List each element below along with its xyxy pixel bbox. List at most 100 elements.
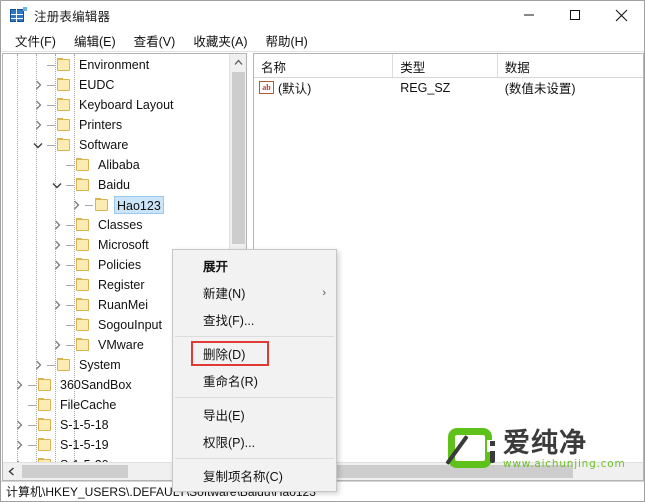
tree-connector xyxy=(46,355,56,375)
chevron-right-icon[interactable] xyxy=(30,75,46,95)
tree-item-label: System xyxy=(79,358,121,372)
tree-item-label: S-1-5-18 xyxy=(60,418,109,432)
tree-connector xyxy=(65,235,75,255)
context-menu-item-label: 权限(P)... xyxy=(203,436,256,450)
column-header-name[interactable]: 名称 xyxy=(254,54,394,77)
context-menu-item[interactable]: 删除(D) xyxy=(173,340,336,367)
tree-hscroll-thumb[interactable] xyxy=(22,465,128,478)
tree-item[interactable]: Printers xyxy=(3,115,229,135)
folder-icon xyxy=(75,278,91,292)
tree-item-label: S-1-5-19 xyxy=(60,438,109,452)
chevron-right-icon[interactable] xyxy=(49,335,65,355)
chevron-right-icon[interactable] xyxy=(30,95,46,115)
folder-icon xyxy=(75,178,91,192)
tree-item-label: Policies xyxy=(98,258,142,272)
tree-item-label: SogouInput xyxy=(98,318,162,332)
tree-item[interactable]: EUDC xyxy=(3,75,229,95)
chevron-down-icon[interactable] xyxy=(30,135,46,155)
chevron-right-icon[interactable] xyxy=(11,415,27,435)
folder-icon xyxy=(56,58,72,72)
context-menu-item[interactable]: 新建(N) › xyxy=(173,279,336,306)
context-menu-item[interactable]: 权限(P)... xyxy=(173,428,336,455)
chevron-right-icon[interactable] xyxy=(30,355,46,375)
menu-favorites[interactable]: 收藏夹(A) xyxy=(186,29,255,52)
context-menu-item-label: 复制项名称(C) xyxy=(203,470,283,484)
folder-icon xyxy=(75,338,91,352)
tree-connector xyxy=(46,95,56,115)
context-menu-item-label: 新建(N) xyxy=(203,287,246,301)
tree-connector xyxy=(65,315,75,335)
tree-item[interactable]: Environment xyxy=(3,55,229,75)
tree-item-label: VMware xyxy=(98,338,144,352)
folder-icon xyxy=(37,418,53,432)
chevron-right-icon[interactable] xyxy=(11,455,27,462)
folder-icon xyxy=(37,398,53,412)
tree-item[interactable]: Baidu xyxy=(3,175,229,195)
value-data: (数值未设置) xyxy=(504,82,576,96)
context-menu-separator xyxy=(175,336,334,337)
context-menu-item-label: 查找(F)... xyxy=(203,314,255,328)
value-row[interactable]: ab (默认) REG_SZ (数值未设置) xyxy=(254,77,643,98)
tree-connector xyxy=(46,75,56,95)
chevron-right-icon[interactable] xyxy=(68,195,84,215)
tree-connector xyxy=(27,395,37,415)
close-button[interactable] xyxy=(598,1,644,29)
column-header-type[interactable]: 类型 xyxy=(393,54,498,77)
context-menu: 展开新建(N) › 查找(F)... 删除(D) 重命名(R) 导出(E) 权限(P)...… xyxy=(172,249,337,492)
context-menu-item[interactable]: 导出(E) xyxy=(173,401,336,428)
tree-item-label: EUDC xyxy=(79,78,115,92)
maximize-button[interactable] xyxy=(552,1,598,29)
folder-icon xyxy=(75,298,91,312)
tree-item[interactable]: Software xyxy=(3,135,229,155)
context-menu-item[interactable]: 查找(F)... xyxy=(173,306,336,333)
context-menu-item[interactable]: 重命名(R) xyxy=(173,367,336,394)
chevron-right-icon[interactable] xyxy=(11,435,27,455)
chevron-down-icon[interactable] xyxy=(49,175,65,195)
tree-item-selected[interactable]: Hao123 xyxy=(3,195,229,215)
tree-connector xyxy=(46,115,56,135)
chevron-right-icon[interactable] xyxy=(49,235,65,255)
chevron-right-icon[interactable] xyxy=(49,255,65,275)
tree-scroll-up-button[interactable] xyxy=(230,54,246,71)
tree-vscroll-thumb[interactable] xyxy=(232,72,245,244)
tree-connector xyxy=(65,295,75,315)
value-type: REG_SZ xyxy=(400,80,451,95)
column-header-data[interactable]: 数据 xyxy=(498,54,643,77)
tree-connector xyxy=(65,255,75,275)
submenu-arrow-icon: › xyxy=(322,286,326,299)
menu-file[interactable]: 文件(F) xyxy=(8,29,64,52)
window-controls xyxy=(506,1,644,29)
tree-item-label: 360SandBox xyxy=(60,378,132,392)
tree-connector xyxy=(27,415,37,435)
tree-item-label: Microsoft xyxy=(98,238,149,252)
menu-help[interactable]: 帮助(H) xyxy=(258,29,315,52)
folder-icon xyxy=(75,258,91,272)
tree-scroll-left-button[interactable] xyxy=(3,463,20,480)
folder-icon xyxy=(94,198,110,212)
tree-connector xyxy=(46,135,56,155)
tree-item-label: Keyboard Layout xyxy=(79,98,174,112)
context-menu-item[interactable]: 展开 xyxy=(173,252,336,279)
chevron-right-icon[interactable] xyxy=(30,115,46,135)
value-name-cell: ab (默认) xyxy=(254,78,393,97)
context-menu-item[interactable]: 复制项名称(C) xyxy=(173,462,336,489)
menu-edit[interactable]: 编辑(E) xyxy=(67,29,124,52)
tree-item[interactable]: Classes xyxy=(3,215,229,235)
tree-item-label: RuanMei xyxy=(98,298,149,312)
values-column-header: 名称 类型 数据 xyxy=(254,54,643,78)
tree-item[interactable]: Keyboard Layout xyxy=(3,95,229,115)
tree-item[interactable]: Alibaba xyxy=(3,155,229,175)
chevron-right-icon[interactable] xyxy=(11,375,27,395)
folder-icon xyxy=(56,118,72,132)
chevron-right-icon[interactable] xyxy=(49,215,65,235)
folder-icon xyxy=(56,78,72,92)
tree-item-label: Hao123 xyxy=(114,196,164,214)
chevron-right-icon[interactable] xyxy=(49,295,65,315)
minimize-button[interactable] xyxy=(506,1,552,29)
tree-item-label: FileCache xyxy=(60,398,117,412)
folder-icon xyxy=(56,138,72,152)
menu-view[interactable]: 查看(V) xyxy=(127,29,184,52)
context-menu-item-label: 展开 xyxy=(203,260,229,274)
window-title: 注册表编辑器 xyxy=(34,9,111,24)
tree-leaf-spacer xyxy=(11,395,27,415)
